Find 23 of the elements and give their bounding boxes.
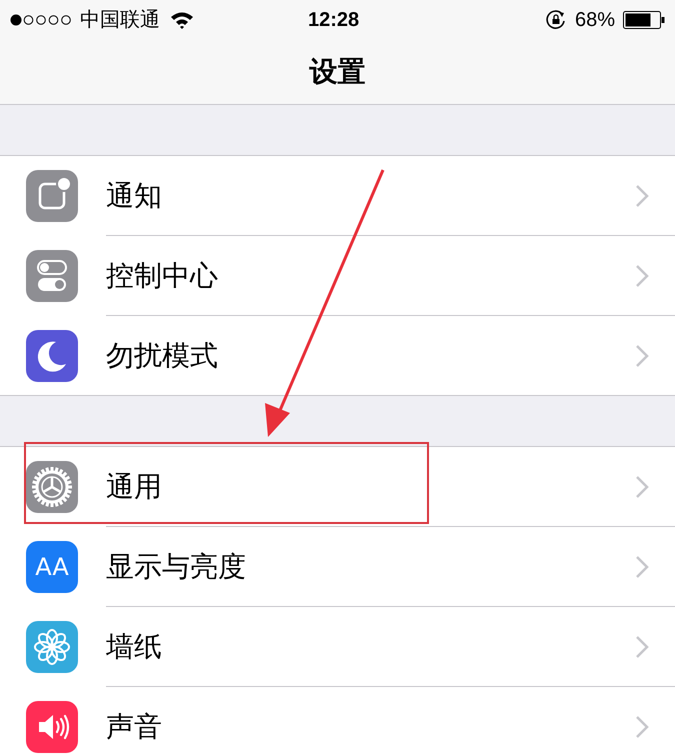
page-title: 设置 (310, 55, 366, 89)
chevron-icon (635, 184, 649, 208)
chevron-icon (635, 344, 649, 368)
text-size-icon: AA (26, 540, 78, 592)
wifi-icon (170, 11, 194, 29)
chevron-icon (635, 264, 649, 288)
row-label: 通用 (106, 470, 162, 504)
chevron-icon (635, 714, 649, 738)
row-label: 控制中心 (106, 258, 218, 292)
chevron-icon (635, 474, 649, 498)
rotation-lock-icon (544, 9, 567, 31)
row-label: 声音 (106, 710, 162, 744)
row-label: 墙纸 (106, 630, 162, 664)
row-label: 显示与亮度 (106, 550, 246, 584)
row-label: 通知 (106, 178, 162, 212)
battery-percentage: 68% (574, 8, 615, 33)
clock-time: 12:28 (308, 8, 360, 33)
battery-icon (623, 11, 665, 29)
row-label: 勿扰模式 (106, 338, 218, 372)
carrier-name: 中国联通 (80, 8, 160, 33)
chevron-icon (635, 634, 649, 658)
chevron-icon (635, 554, 649, 578)
signal-icon (10, 14, 72, 26)
